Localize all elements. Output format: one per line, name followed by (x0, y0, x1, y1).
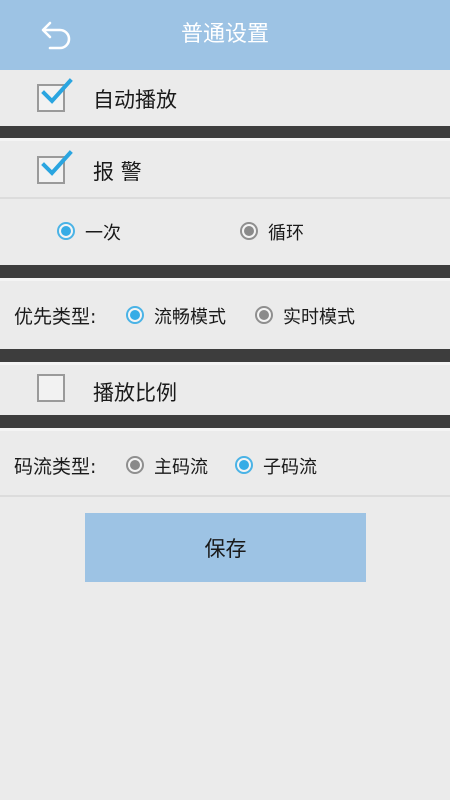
ratio-label: 播放比例 (93, 381, 177, 405)
alarm-loop-label[interactable]: 循环 (268, 219, 304, 245)
stream-type-label: 码流类型: (14, 456, 97, 478)
alarm-row[interactable]: 报 警 (0, 141, 450, 197)
alarm-mode-row: 一次 循环 (0, 199, 450, 265)
alarm-once-radio[interactable] (57, 222, 75, 240)
section-divider (0, 415, 450, 431)
alarm-label: 报 警 (93, 160, 142, 184)
alarm-checkbox[interactable] (37, 150, 73, 184)
realtime-mode-radio[interactable] (255, 306, 273, 324)
alarm-loop-radio[interactable] (240, 222, 258, 240)
autoplay-row[interactable]: 自动播放 (0, 70, 450, 126)
sub-stream-radio[interactable] (235, 456, 253, 474)
row-separator (0, 495, 450, 497)
smooth-mode-radio[interactable] (126, 306, 144, 324)
page-title: 普通设置 (180, 22, 269, 47)
main-stream-label[interactable]: 主码流 (154, 453, 208, 479)
autoplay-label: 自动播放 (93, 88, 177, 112)
ratio-row[interactable]: 播放比例 (0, 365, 450, 415)
autoplay-checkbox[interactable] (37, 78, 73, 112)
realtime-mode-label[interactable]: 实时模式 (283, 303, 355, 329)
save-button[interactable]: 保存 (85, 513, 366, 582)
alarm-once-label[interactable]: 一次 (85, 219, 121, 245)
smooth-mode-label[interactable]: 流畅模式 (154, 303, 226, 329)
section-divider (0, 265, 450, 281)
title-bar: 普通设置 (0, 0, 450, 70)
section-divider (0, 349, 450, 365)
priority-type-label: 优先类型: (14, 306, 97, 328)
priority-row: 优先类型: 流畅模式 实时模式 (0, 281, 450, 349)
main-stream-radio[interactable] (126, 456, 144, 474)
checkmark-icon (41, 78, 73, 104)
section-divider (0, 126, 450, 141)
stream-row: 码流类型: 主码流 子码流 (0, 431, 450, 495)
ratio-checkbox[interactable] (37, 374, 65, 402)
sub-stream-label[interactable]: 子码流 (263, 453, 317, 479)
checkmark-icon (41, 150, 73, 176)
